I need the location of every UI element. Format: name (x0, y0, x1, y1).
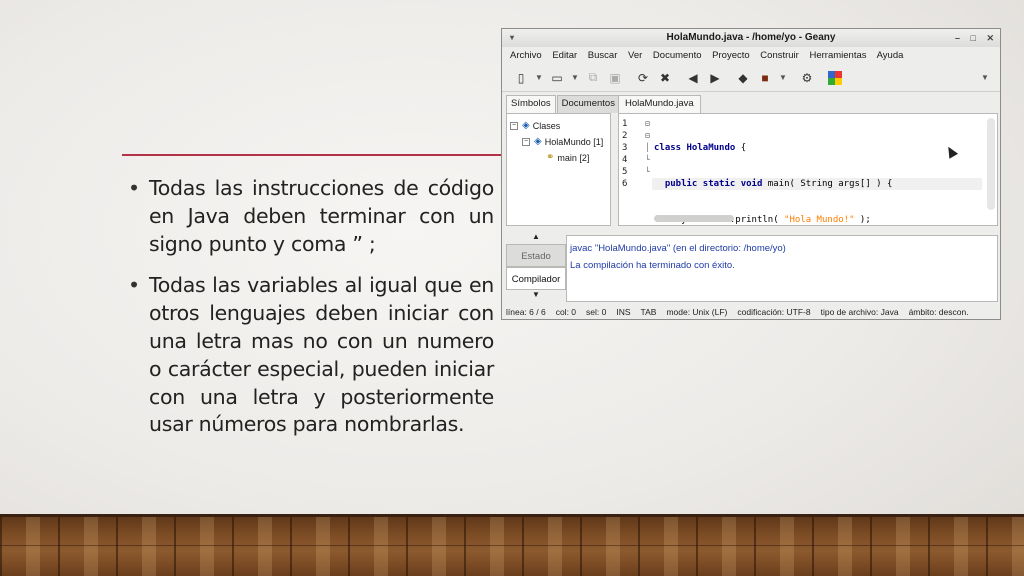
window-menu-icon[interactable]: ▾ (510, 29, 514, 47)
compile-icon[interactable]: ◆ (732, 68, 754, 88)
menu-ayuda[interactable]: Ayuda (877, 50, 904, 61)
scroll-down-icon[interactable]: ▼ (506, 290, 566, 302)
revert-icon[interactable]: ⧉ (582, 68, 604, 88)
vertical-scrollbar[interactable] (987, 118, 995, 210)
message-tabs: ▲ Estado Compilador ▼ (506, 232, 566, 302)
status-ins: INS (616, 307, 631, 317)
status-bar: línea: 6 / 6 col: 0 sel: 0 INS TAB mode:… (506, 305, 998, 319)
color-chooser-icon[interactable] (824, 68, 846, 88)
save-all-icon[interactable]: ▣ (604, 68, 626, 88)
keyword: class (654, 143, 682, 153)
mouse-pointer-icon (943, 144, 959, 159)
floor-edge (0, 514, 1024, 517)
compiler-message[interactable]: javac "HolaMundo.java" (en el directorio… (570, 240, 994, 257)
bullet-text: Todas las instrucciones de código en Jav… (149, 176, 494, 256)
horizontal-scrollbar[interactable] (654, 215, 734, 222)
menu-ver[interactable]: Ver (628, 50, 642, 61)
reload-icon[interactable]: ⟳ (632, 68, 654, 88)
tab-documentos[interactable]: Documentos (556, 95, 620, 113)
back-icon[interactable]: ◀ (682, 68, 704, 88)
compiler-message[interactable]: La compilación ha terminado con éxito. (570, 257, 994, 274)
document-tab[interactable]: HolaMundo.java (618, 95, 701, 113)
status-line: línea: 6 / 6 (506, 307, 546, 317)
geany-window: ▾ HolaMundo.java - /home/yo - Geany – □ … (501, 28, 1001, 320)
minimize-button[interactable]: – (955, 33, 960, 43)
code-fragment (654, 179, 665, 189)
code-fragment: ); (854, 215, 871, 225)
chevron-down-icon[interactable]: ▼ (568, 68, 582, 88)
status-scope: ámbito: descon. (908, 307, 969, 317)
collapse-icon[interactable]: − (510, 122, 518, 130)
close-window-button[interactable]: ✕ (986, 33, 994, 43)
class-icon: ◈ (534, 136, 542, 147)
tab-estado[interactable]: Estado (506, 244, 566, 267)
floor-seam (0, 545, 1024, 546)
tree-label: main [2] (557, 153, 590, 163)
preferences-icon[interactable]: ⚙ (796, 68, 818, 88)
new-file-icon[interactable]: ▯ (510, 68, 532, 88)
status-filetype: tipo de archivo: Java (820, 307, 899, 317)
string-literal: "Hola Mundo!" (784, 215, 855, 225)
symbol-tree: − ◈ Clases − ◈ HolaMundo [1] ⚭ main [2] (506, 113, 611, 226)
window-title: HolaMundo.java - /home/yo - Geany (666, 32, 836, 43)
sidebar-tabs: Símbolos Documentos (506, 95, 621, 113)
keyword: public static void (664, 179, 763, 189)
code-text[interactable]: class HolaMundo { public static void mai… (654, 118, 893, 225)
status-tab: TAB (640, 307, 657, 317)
bullet-item: • Todas las variables al igual que en otr… (128, 273, 494, 437)
code-fragment: { (735, 143, 747, 153)
menu-archivo[interactable]: Archivo (510, 50, 542, 61)
menu-buscar[interactable]: Buscar (588, 50, 618, 61)
class-icon: ◈ (522, 120, 530, 131)
tab-compilador[interactable]: Compilador (506, 267, 566, 290)
menu-documento[interactable]: Documento (653, 50, 702, 61)
status-sel: sel: 0 (586, 307, 607, 317)
build-icon[interactable]: ■ (754, 68, 776, 88)
title-bar: ▾ HolaMundo.java - /home/yo - Geany – □ … (502, 29, 1000, 47)
menu-herramientas[interactable]: Herramientas (809, 50, 866, 61)
title-divider (122, 154, 502, 156)
class-name: HolaMundo (686, 143, 736, 153)
bullet-item: • Todas las instrucciones de código en Ja… (128, 176, 494, 256)
bullet-list: • Todas las instrucciones de código en Ja… (128, 175, 494, 453)
status-col: col: 0 (555, 307, 577, 317)
tree-label: HolaMundo [1] (544, 137, 604, 147)
code-fragment: main( String args[] ) { (762, 179, 893, 189)
status-encoding: codificación: UTF-8 (737, 307, 811, 317)
chevron-down-icon[interactable]: ▼ (776, 68, 790, 88)
method-icon: ⚭ (546, 152, 555, 163)
toolbar-overflow-icon[interactable]: ▼ (978, 68, 992, 88)
tree-item-clases[interactable]: − ◈ Clases (510, 118, 607, 134)
tree-label: Clases (532, 121, 561, 131)
bullet-text: Todas las variables al igual que en otro… (149, 273, 494, 437)
forward-icon[interactable]: ▶ (704, 68, 726, 88)
code-editor[interactable]: 1 2 3 4 5 6 ⊟ ⊟ │ └ └ class HolaMundo { publ… (618, 113, 998, 226)
menu-editar[interactable]: Editar (552, 50, 577, 61)
chevron-down-icon[interactable]: ▼ (532, 68, 546, 88)
tree-item-main[interactable]: ⚭ main [2] (510, 150, 607, 166)
tree-item-holamundo[interactable]: − ◈ HolaMundo [1] (510, 134, 607, 150)
scroll-up-icon[interactable]: ▲ (506, 232, 566, 244)
status-mode: mode: Unix (LF) (666, 307, 728, 317)
menu-proyecto[interactable]: Proyecto (712, 50, 750, 61)
open-file-icon[interactable]: ▭ (546, 68, 568, 88)
tab-simbolos[interactable]: Símbolos (506, 95, 556, 113)
menu-construir[interactable]: Construir (760, 50, 799, 61)
fold-margin[interactable]: ⊟ ⊟ │ └ └ (645, 118, 653, 218)
toolbar: ▯ ▼ ▭ ▼ ⧉ ▣ ⟳ ✖ ◀ ▶ ◆ ■ ▼ ⚙ ▼ (502, 64, 1000, 92)
close-icon[interactable]: ✖ (654, 68, 676, 88)
collapse-icon[interactable]: − (522, 138, 530, 146)
menu-bar: Archivo Editar Buscar Ver Documento Proy… (502, 47, 1000, 64)
compiler-output[interactable]: javac "HolaMundo.java" (en el directorio… (566, 235, 998, 302)
maximize-button[interactable]: □ (971, 33, 976, 43)
